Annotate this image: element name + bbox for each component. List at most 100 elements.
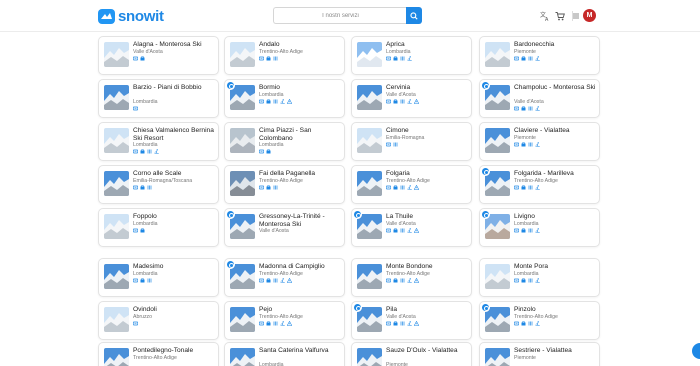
resort-name[interactable]: Fai della Paganella — [259, 170, 343, 178]
resort-name[interactable]: Madonna di Campiglio — [259, 263, 343, 271]
resort-card[interactable]: Cervinia Valle d'Aosta — [351, 79, 472, 118]
resort-name[interactable]: Madesimo — [133, 263, 217, 271]
cart-icon[interactable] — [553, 9, 567, 23]
resort-card[interactable]: Pontedilegno-Tonale Trentino-Alto Adige — [98, 342, 219, 366]
resort-name[interactable]: La Thuile — [386, 213, 470, 221]
ski-school-icon — [535, 56, 540, 61]
resort-card[interactable]: Foppolo Lombardia — [98, 208, 219, 247]
service-icons — [386, 99, 419, 105]
resort-card[interactable]: Madesimo Lombardia — [98, 258, 219, 297]
resort-name[interactable]: Santa Caterina Valfurva — [259, 347, 343, 355]
resort-thumbnail — [357, 307, 382, 332]
resort-name[interactable]: Gressoney-La-Trinité - Monterosa Ski — [259, 213, 343, 228]
resort-name[interactable]: Cima Piazzi - San Colombano — [259, 127, 343, 142]
ski-school-icon — [535, 321, 540, 326]
resort-name[interactable]: Pontedilegno-Tonale — [133, 347, 217, 355]
ski-school-icon — [407, 228, 412, 233]
rental-icon — [400, 56, 405, 61]
resort-card[interactable]: Bardonecchia Piemonte — [479, 36, 600, 75]
resort-name[interactable]: Folgarida - Marilleva — [514, 170, 598, 178]
resort-card[interactable]: Gressoney-La-Trinité - Monterosa Ski Vall… — [224, 208, 345, 247]
resort-card[interactable]: Barzio - Piani di Bobbio Lombardia — [98, 79, 219, 118]
resort-card[interactable]: Pinzolo Trentino-Alto Adige — [479, 301, 600, 340]
resort-name[interactable]: Barzio - Piani di Bobbio — [133, 84, 217, 92]
service-icons — [133, 106, 138, 112]
resort-name[interactable]: Monte Pora — [514, 263, 598, 271]
resort-card[interactable]: Livigno Lombardia — [479, 208, 600, 247]
resort-card[interactable]: Folgaria Trentino-Alto Adige — [351, 165, 472, 204]
resort-name[interactable]: Chiesa Valmalenco Bernina Ski Resort — [133, 127, 217, 142]
resort-card[interactable]: Ovindoli Abruzzo — [98, 301, 219, 340]
alert-icon — [414, 321, 419, 326]
resort-card[interactable]: Claviere - Vialattea Piemonte — [479, 122, 600, 161]
ski-pass-icon — [514, 142, 519, 147]
translate-icon[interactable]: 文A — [538, 9, 552, 23]
resort-card[interactable]: Alagna - Monterosa Ski Valle d'Aosta — [98, 36, 219, 75]
shop-icon — [393, 321, 398, 326]
resort-card[interactable]: Folgarida - Marilleva Trentino-Alto Adige — [479, 165, 600, 204]
resort-name[interactable]: Andalo — [259, 41, 343, 49]
resort-name[interactable]: Cimone — [386, 127, 470, 135]
resort-card[interactable]: Andalo Trentino-Alto Adige — [224, 36, 345, 75]
resort-name[interactable]: Bardonecchia — [514, 41, 598, 49]
resort-card[interactable]: Cima Piazzi - San Colombano Lombardia — [224, 122, 345, 161]
featured-badge-icon — [481, 210, 490, 219]
resort-thumbnail — [357, 214, 382, 239]
resort-card[interactable]: Madonna di Campiglio Trentino-Alto Adige — [224, 258, 345, 297]
service-icons — [514, 228, 540, 234]
resort-name[interactable]: Foppolo — [133, 213, 217, 221]
resort-region: Lombardia — [259, 362, 284, 366]
resort-card[interactable]: Cimone Emilia-Romagna — [351, 122, 472, 161]
resort-card[interactable]: Aprica Lombardia — [351, 36, 472, 75]
resort-name[interactable]: Pejo — [259, 306, 343, 314]
resort-name[interactable]: Cervinia — [386, 84, 470, 92]
resort-name[interactable]: Aprica — [386, 41, 470, 49]
resort-card[interactable]: Corno alle Scale Emilia-Romagna/Toscana — [98, 165, 219, 204]
resort-card[interactable]: Chiesa Valmalenco Bernina Ski Resort Lomb… — [98, 122, 219, 161]
user-avatar[interactable]: M — [583, 9, 596, 22]
resort-card[interactable]: Sauze D'Oulx - Vialattea Piemonte — [351, 342, 472, 366]
resort-name[interactable]: Bormio — [259, 84, 343, 92]
ski-school-icon — [535, 278, 540, 283]
resort-thumbnail — [485, 307, 510, 332]
chat-button[interactable] — [692, 343, 700, 359]
resort-name[interactable]: Folgaria — [386, 170, 470, 178]
resort-card[interactable]: Bormio Lombardia — [224, 79, 345, 118]
shop-icon — [140, 149, 145, 154]
ski-pass-icon — [259, 185, 264, 190]
search-button[interactable] — [406, 7, 422, 24]
resort-name[interactable]: Sestriere - Vialattea — [514, 347, 598, 355]
resort-card[interactable]: Monte Pora Lombardia — [479, 258, 600, 297]
resort-card[interactable]: La Thuile Valle d'Aosta — [351, 208, 472, 247]
resort-name[interactable]: Pinzolo — [514, 306, 598, 314]
shop-icon — [393, 278, 398, 283]
resort-card[interactable]: Sestriere - Vialattea Piemonte — [479, 342, 600, 366]
resort-name[interactable]: Ovindoli — [133, 306, 217, 314]
resort-name[interactable]: Livigno — [514, 213, 598, 221]
resort-card[interactable]: Pejo Trentino-Alto Adige — [224, 301, 345, 340]
resort-name[interactable]: Corno alle Scale — [133, 170, 217, 178]
search-input[interactable] — [273, 7, 407, 24]
resort-name[interactable]: Pila — [386, 306, 470, 314]
ski-pass-icon — [386, 99, 391, 104]
service-icons — [514, 56, 540, 62]
resort-card[interactable]: Champoluc - Monterosa Ski Valle d'Aosta — [479, 79, 600, 118]
resort-name[interactable]: Claviere - Vialattea — [514, 127, 598, 135]
resort-name[interactable]: Monte Bondone — [386, 263, 470, 271]
menu-icon[interactable] — [570, 9, 582, 23]
resort-card[interactable]: Fai della Paganella Trentino-Alto Adige — [224, 165, 345, 204]
rental-icon — [147, 149, 152, 154]
featured-badge-icon — [353, 303, 362, 312]
logo-icon — [98, 8, 115, 24]
resort-name[interactable]: Sauze D'Oulx - Vialattea — [386, 347, 470, 355]
resort-name[interactable]: Alagna - Monterosa Ski — [133, 41, 217, 49]
resort-card[interactable]: Santa Caterina Valfurva Lombardia — [224, 342, 345, 366]
service-icons — [514, 278, 540, 284]
resort-card[interactable]: Monte Bondone Trentino-Alto Adige — [351, 258, 472, 297]
resort-card[interactable]: Pila Valle d'Aosta — [351, 301, 472, 340]
shop-icon — [393, 185, 398, 190]
shop-icon — [140, 228, 145, 233]
resort-thumbnail — [485, 128, 510, 153]
snowit-logo[interactable]: snowit — [98, 7, 164, 25]
resort-name[interactable]: Champoluc - Monterosa Ski — [514, 84, 598, 92]
